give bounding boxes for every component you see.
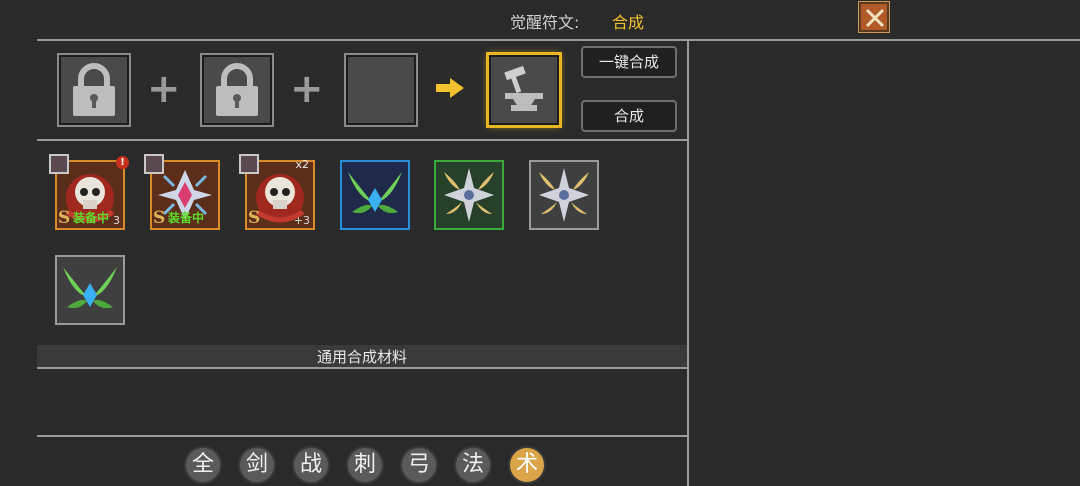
panel-divider: [687, 39, 689, 486]
level-number: 3: [113, 214, 120, 227]
gold-silver-star-rune-icon: [444, 168, 494, 222]
rune-item-gold-silver-star-rune[interactable]: [434, 160, 504, 230]
craft-slot-3[interactable]: [344, 53, 418, 127]
craft-slot-1[interactable]: [57, 53, 131, 127]
stack-count: x2: [295, 158, 309, 171]
one-click-craft-button[interactable]: 一键合成: [581, 46, 677, 78]
class-badge-icon: [144, 154, 164, 174]
plus-sign-2: +: [290, 66, 324, 112]
grade-badge: S: [58, 208, 71, 228]
class-tab-1[interactable]: 剑: [238, 446, 276, 484]
grade-badge: S: [153, 208, 166, 228]
equipped-badge: 装备中: [168, 211, 205, 225]
grade-badge: S: [248, 208, 261, 228]
rune-label: 觉醒符文:: [510, 13, 580, 32]
lock-icon: [73, 63, 115, 116]
gold-silver-star-rune-icon: [539, 168, 589, 222]
close-button[interactable]: [858, 1, 890, 33]
section-divider: [37, 367, 687, 369]
rune-item-pink-crystal-rune[interactable]: S 装备中: [144, 154, 220, 230]
craft-slot-2[interactable]: [200, 53, 274, 127]
class-tab-2[interactable]: 战: [292, 446, 330, 484]
class-tab-4[interactable]: 弓: [400, 446, 438, 484]
plus-sign-1: +: [147, 66, 181, 112]
top-divider: [37, 39, 1080, 41]
common-materials-title: 通用合成材料: [316, 348, 407, 366]
class-tab-0[interactable]: 全: [184, 446, 222, 484]
class-tab-3[interactable]: 刺: [346, 446, 384, 484]
green-leaf-blue-gem-rune-icon: [348, 172, 402, 214]
bottom-divider: [37, 435, 687, 437]
craft-button[interactable]: 合成: [581, 100, 677, 132]
alert-badge: !: [116, 156, 129, 169]
class-badge-icon: [239, 154, 259, 174]
enhance-level: +3: [293, 214, 310, 227]
rune-item-red-skull-rune[interactable]: S 装备中 3!: [49, 154, 129, 230]
equipped-badge: 装备中: [73, 211, 110, 225]
rune-mode-value: 合成: [612, 13, 645, 32]
rune-item-green-leaf-blue-gem-rune[interactable]: [340, 160, 410, 230]
rune-item-green-leaf-blue-gem-rune[interactable]: [55, 255, 125, 325]
green-leaf-blue-gem-rune-icon: [63, 267, 117, 309]
class-tab-6[interactable]: 术: [508, 446, 546, 484]
class-badge-icon: [49, 154, 69, 174]
craft-result-slot[interactable]: [486, 52, 562, 128]
arrow-right-icon: [436, 78, 464, 98]
lock-icon: [216, 63, 258, 116]
rune-item-red-skull-rune[interactable]: S +3 x2: [239, 154, 315, 230]
close-x-icon: [865, 8, 885, 28]
rune-item-gold-silver-star-rune[interactable]: [529, 160, 599, 230]
craft-divider: [37, 139, 687, 141]
anvil-icon: [504, 65, 543, 111]
class-tab-5[interactable]: 法: [454, 446, 492, 484]
